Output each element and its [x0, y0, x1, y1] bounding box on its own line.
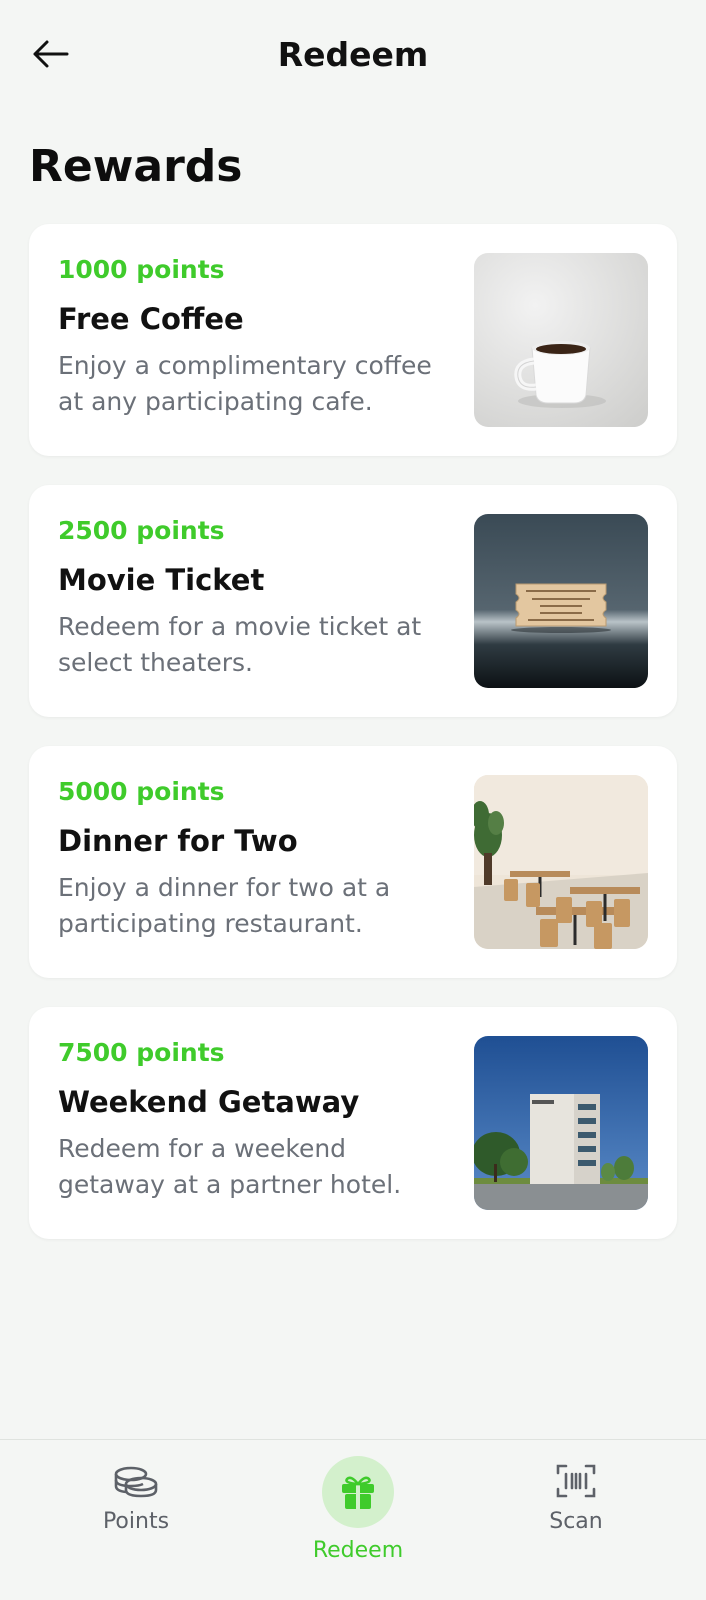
reward-title: Free Coffee	[58, 302, 244, 336]
barcode-scan-icon	[546, 1456, 606, 1506]
reward-title: Weekend Getaway	[58, 1085, 360, 1119]
bottom-navigation: Points Redeem Scan	[0, 1439, 706, 1600]
gift-icon-wrap	[322, 1456, 394, 1528]
restaurant-image	[474, 775, 648, 949]
section-title: Rewards	[29, 141, 243, 192]
reward-description: Redeem for a movie ticket at select thea…	[58, 612, 422, 677]
nav-item-points[interactable]: Points	[36, 1440, 236, 1600]
reward-points: 5000 points	[58, 777, 225, 806]
nav-item-scan[interactable]: Scan	[476, 1440, 676, 1600]
coins-icon	[106, 1456, 166, 1506]
reward-title: Movie Ticket	[58, 563, 265, 597]
reward-description: Enjoy a complimentary coffee at any part…	[58, 351, 432, 416]
app-header: Redeem	[0, 0, 706, 110]
nav-label-redeem: Redeem	[312, 1538, 404, 1563]
nav-item-redeem[interactable]: Redeem	[258, 1440, 458, 1600]
movie-ticket-image	[474, 514, 648, 688]
reward-points: 1000 points	[58, 255, 225, 284]
nav-label-scan: Scan	[549, 1509, 603, 1534]
nav-label-points: Points	[102, 1509, 170, 1534]
reward-card-weekend-getaway[interactable]: 7500 points Weekend Getaway Redeem for a…	[29, 1007, 677, 1239]
page-title: Redeem	[277, 35, 429, 74]
reward-points: 7500 points	[58, 1038, 225, 1067]
reward-card-movie-ticket[interactable]: 2500 points Movie Ticket Redeem for a mo…	[29, 485, 677, 717]
reward-title: Dinner for Two	[58, 824, 298, 858]
reward-description: Enjoy a dinner for two at a participatin…	[58, 873, 391, 938]
reward-description: Redeem for a weekend getaway at a partne…	[58, 1134, 402, 1199]
hotel-image	[474, 1036, 648, 1210]
gift-icon	[342, 1476, 374, 1509]
reward-list: 1000 points Free Coffee Enjoy a complime…	[29, 224, 677, 1268]
reward-points: 2500 points	[58, 516, 225, 545]
reward-card-free-coffee[interactable]: 1000 points Free Coffee Enjoy a complime…	[29, 224, 677, 456]
coffee-cup-image	[474, 253, 648, 427]
reward-card-dinner-for-two[interactable]: 5000 points Dinner for Two Enjoy a dinne…	[29, 746, 677, 978]
